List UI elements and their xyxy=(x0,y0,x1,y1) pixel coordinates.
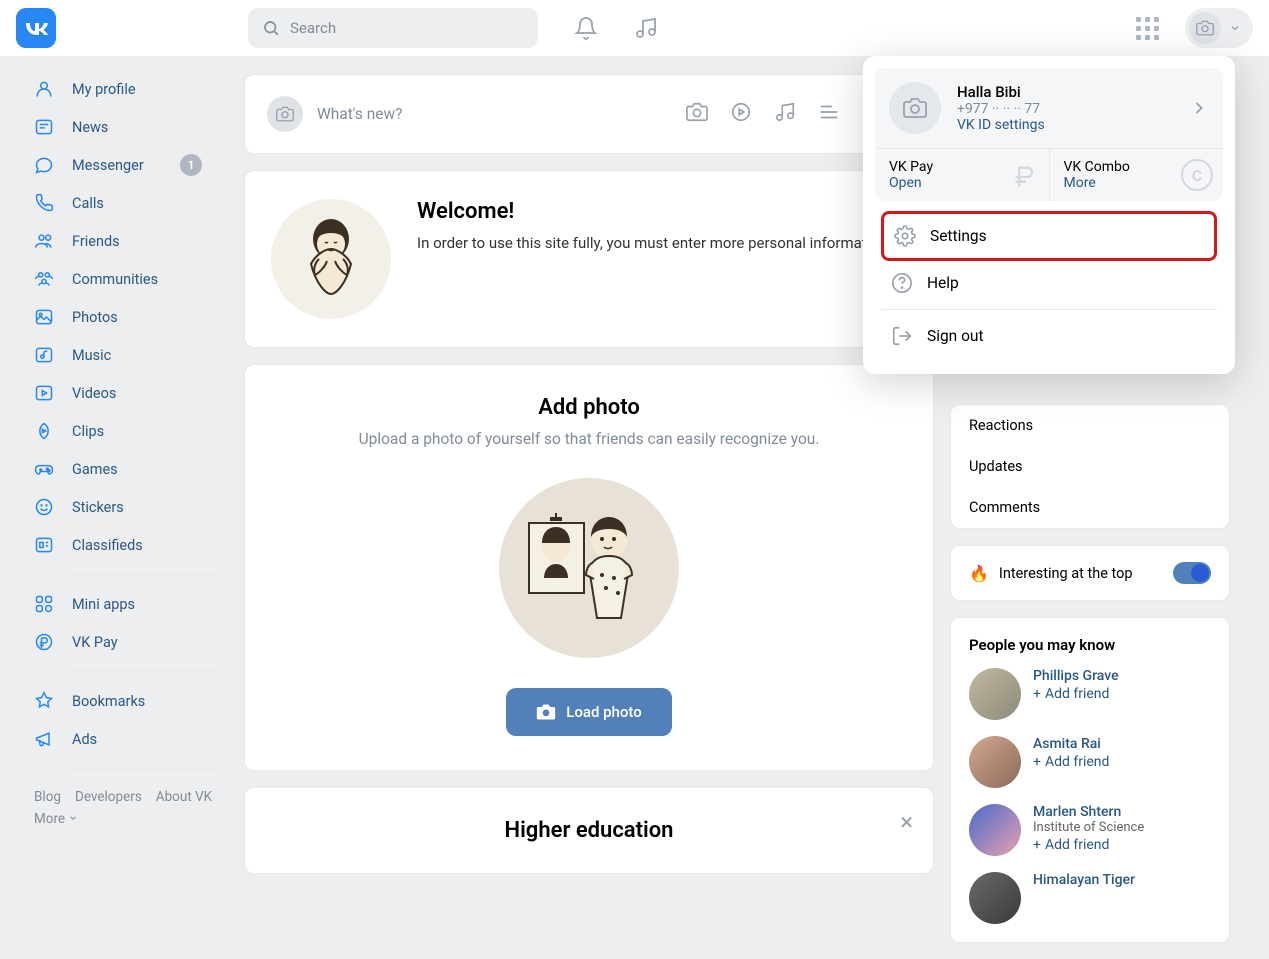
footer-blog[interactable]: Blog xyxy=(34,789,61,805)
nav-communities[interactable]: Communities xyxy=(34,260,222,298)
vk-logo[interactable] xyxy=(16,8,56,48)
person-item: Marlen ShternInstitute of Science + Add f… xyxy=(969,804,1211,856)
avatar[interactable] xyxy=(969,668,1021,720)
nav-ads[interactable]: Ads xyxy=(34,720,222,758)
person-subtitle: Institute of Science xyxy=(1033,820,1144,835)
person-item: Himalayan Tiger xyxy=(969,872,1211,924)
highered-title: Higher education xyxy=(271,818,907,843)
top-header: Search xyxy=(0,0,1269,56)
close-icon[interactable]: × xyxy=(900,808,913,836)
vkpay-tile[interactable]: VK Pay Open xyxy=(875,149,1050,201)
people-title: People you may know xyxy=(969,636,1211,654)
interesting-toggle[interactable] xyxy=(1173,562,1211,584)
addphoto-illustration xyxy=(499,478,679,658)
person-name[interactable]: Marlen Shtern xyxy=(1033,804,1144,820)
notifications-icon[interactable] xyxy=(574,16,598,40)
nav-news[interactable]: News xyxy=(34,108,222,146)
search-input[interactable]: Search xyxy=(248,8,538,48)
ruble-icon xyxy=(1011,163,1039,191)
camera-icon[interactable] xyxy=(686,101,708,123)
nav-music[interactable]: Music xyxy=(34,336,222,374)
apps-grid-icon[interactable] xyxy=(1136,17,1159,40)
dropdown-signout[interactable]: Sign out xyxy=(881,314,1217,358)
video-icon[interactable] xyxy=(730,101,752,123)
nav-messenger[interactable]: Messenger1 xyxy=(34,146,222,184)
profile-dropdown: Halla Bibi +977 ·· ·· ·· 77 VK ID settin… xyxy=(863,56,1235,374)
person-name[interactable]: Phillips Grave xyxy=(1033,668,1119,684)
filter-updates[interactable]: Updates xyxy=(951,446,1229,487)
dropdown-settings[interactable]: Settings xyxy=(881,211,1217,261)
signout-icon xyxy=(891,325,913,347)
nav-photos[interactable]: Photos xyxy=(34,298,222,336)
footer-developers[interactable]: Developers xyxy=(75,789,142,805)
person-item: Asmita Rai + Add friend xyxy=(969,736,1211,788)
interesting-toggle-card: 🔥 Interesting at the top xyxy=(950,545,1230,601)
camera-icon xyxy=(536,702,556,722)
person-item: Phillips Grave + Add friend xyxy=(969,668,1211,720)
profile-menu-trigger[interactable] xyxy=(1185,8,1253,48)
nav-mini-apps[interactable]: Mini apps xyxy=(34,585,222,623)
welcome-illustration xyxy=(271,199,391,319)
search-placeholder: Search xyxy=(290,19,336,37)
filter-comments[interactable]: Comments xyxy=(951,487,1229,528)
nav-clips[interactable]: Clips xyxy=(34,412,222,450)
add-friend-link[interactable]: + Add friend xyxy=(1033,837,1144,853)
person-name[interactable]: Himalayan Tiger xyxy=(1033,872,1135,888)
footer-more[interactable]: More xyxy=(34,811,78,827)
nav-classifieds[interactable]: Classifieds xyxy=(34,526,222,564)
addphoto-body: Upload a photo of yourself so that frien… xyxy=(271,430,907,448)
camera-icon xyxy=(889,82,941,134)
addphoto-title: Add photo xyxy=(271,395,907,420)
filter-reactions[interactable]: Reactions xyxy=(951,405,1229,446)
avatar[interactable] xyxy=(969,804,1021,856)
load-photo-button[interactable]: Load photo xyxy=(506,688,672,736)
avatar[interactable] xyxy=(969,736,1021,788)
nav-my-profile[interactable]: My profile xyxy=(34,70,222,108)
gear-icon xyxy=(894,225,916,247)
compose-placeholder: What's new? xyxy=(317,105,686,123)
nav-bookmarks[interactable]: Bookmarks xyxy=(34,682,222,720)
dropdown-help[interactable]: Help xyxy=(881,261,1217,305)
add-friend-link[interactable]: + Add friend xyxy=(1033,754,1109,770)
nav-stickers[interactable]: Stickers xyxy=(34,488,222,526)
nav-games[interactable]: Games xyxy=(34,450,222,488)
welcome-body: In order to use this site fully, you mus… xyxy=(417,232,891,255)
welcome-card: Welcome! In order to use this site fully… xyxy=(244,170,934,348)
add-friend-link[interactable]: + Add friend xyxy=(1033,686,1119,702)
combo-icon: C xyxy=(1181,159,1213,191)
fire-icon: 🔥 xyxy=(969,564,989,583)
avatar-icon xyxy=(1189,12,1221,44)
help-icon xyxy=(891,272,913,294)
chevron-right-icon xyxy=(1189,98,1209,118)
messenger-badge: 1 xyxy=(180,154,202,176)
interesting-label: Interesting at the top xyxy=(999,565,1133,582)
search-icon xyxy=(262,19,280,37)
avatar[interactable] xyxy=(969,872,1021,924)
user-phone: +977 ·· ·· ·· 77 xyxy=(957,101,1045,117)
higher-education-card: × Higher education xyxy=(244,787,934,874)
compose-box[interactable]: What's new? xyxy=(244,74,934,154)
add-photo-card: Add photo Upload a photo of yourself so … xyxy=(244,364,934,771)
camera-icon xyxy=(267,96,303,132)
nav-videos[interactable]: Videos xyxy=(34,374,222,412)
filter-card: Reactions Updates Comments xyxy=(950,404,1230,529)
welcome-title: Welcome! xyxy=(417,199,891,224)
left-sidebar: My profile News Messenger1 Calls Friends… xyxy=(0,56,230,959)
nav-vk-pay[interactable]: VK Pay xyxy=(34,623,222,661)
people-card: People you may know Phillips Grave + Add … xyxy=(950,617,1230,943)
user-name: Halla Bibi xyxy=(957,83,1045,101)
person-name[interactable]: Asmita Rai xyxy=(1033,736,1109,752)
chevron-down-icon xyxy=(1229,22,1241,34)
music-icon[interactable] xyxy=(634,16,658,40)
vkcombo-tile[interactable]: VK Combo More C xyxy=(1050,149,1224,201)
article-icon[interactable] xyxy=(818,101,840,123)
footer-about[interactable]: About VK xyxy=(156,789,212,805)
nav-friends[interactable]: Friends xyxy=(34,222,222,260)
music-icon[interactable] xyxy=(774,101,796,123)
nav-calls[interactable]: Calls xyxy=(34,184,222,222)
vkid-settings-link[interactable]: VK ID settings xyxy=(957,117,1045,133)
dropdown-user-block[interactable]: Halla Bibi +977 ·· ·· ·· 77 VK ID settin… xyxy=(875,68,1223,148)
footer-links: Blog Developers About VK More xyxy=(34,779,222,827)
